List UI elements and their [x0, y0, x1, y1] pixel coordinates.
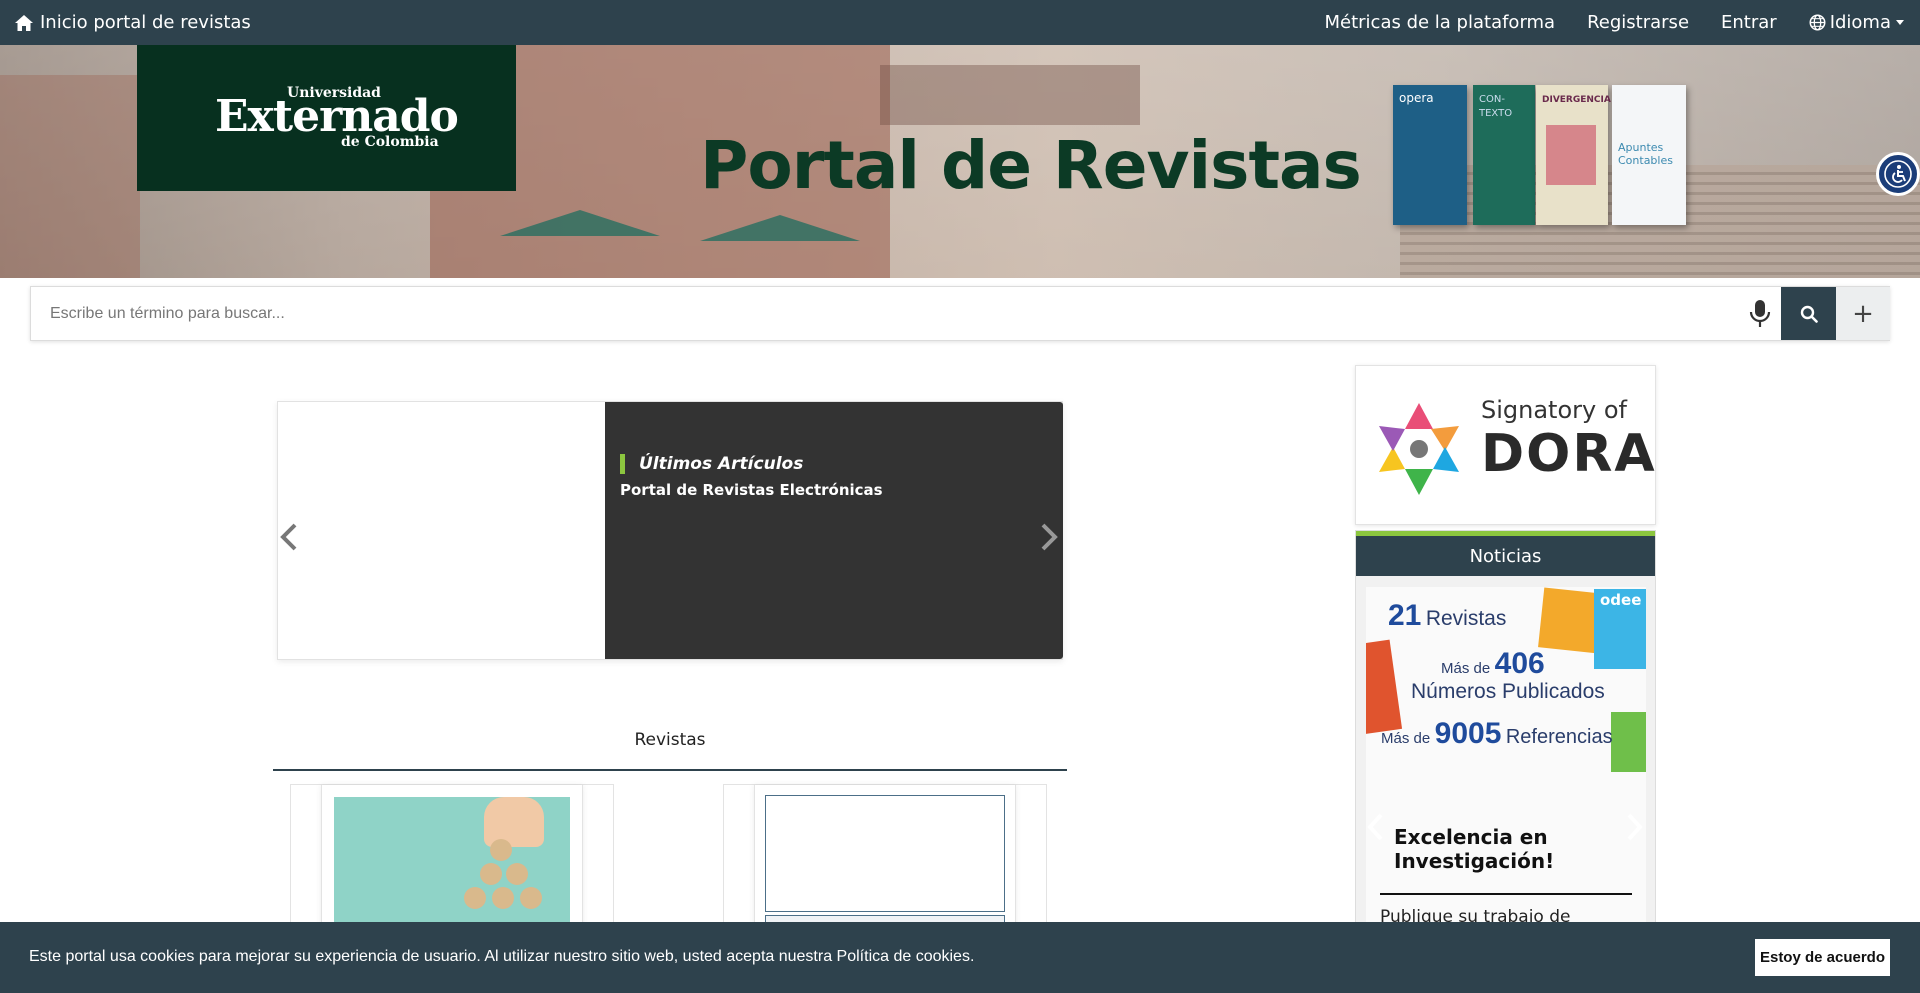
cover-token [464, 887, 486, 909]
cookie-consent-bar: Este portal usa cookies para mejorar su … [0, 922, 1920, 993]
dora-signatory-text: Signatory of [1481, 396, 1627, 424]
home-icon [15, 14, 33, 31]
background-umbrella [500, 210, 660, 236]
stat-numeros-prefix: Más de [1441, 660, 1491, 677]
advanced-search-button[interactable]: + [1836, 287, 1890, 340]
revistas-heading: Revistas [634, 730, 706, 750]
metrics-link[interactable]: Métricas de la plataforma [1324, 12, 1555, 33]
top-navbar: Inicio portal de revistas Métricas de la… [0, 0, 1920, 45]
dora-wordmark: DORA [1481, 424, 1657, 484]
search-icon [1800, 305, 1818, 323]
stat-numeros-label: Números Publicados [1411, 680, 1605, 703]
journal-book-cover: Apuntes Contables [1612, 85, 1686, 225]
cover-token [492, 887, 514, 909]
journal-book-title: Apuntes Contables [1618, 141, 1673, 167]
language-dropdown[interactable]: Idioma [1809, 12, 1904, 33]
globe-icon [1809, 14, 1826, 31]
cover-token [490, 839, 512, 861]
news-next-button[interactable] [1624, 812, 1644, 850]
journal-book-cover: DIVERGENCIA [1536, 85, 1611, 225]
home-link[interactable]: Inicio portal de revistas [14, 0, 251, 45]
stat-refs-label: Referencias [1505, 726, 1613, 748]
cover-token [480, 863, 502, 885]
register-link[interactable]: Registrarse [1587, 12, 1689, 33]
dora-badge[interactable]: Signatory of DORA [1355, 365, 1656, 525]
background-umbrella [700, 215, 860, 241]
news-divider [1380, 893, 1632, 895]
carousel-prev-button[interactable] [278, 522, 300, 560]
stat-numeros: Más de 406 [1441, 647, 1545, 681]
stat-revistas-label: Revistas [1425, 607, 1507, 630]
chevron-left-icon [1367, 813, 1383, 841]
logo-colombia-text: de Colombia [341, 134, 439, 150]
journal-book-cover: CON-TEXTO [1473, 85, 1535, 225]
decor-book: odee [1594, 589, 1646, 669]
cover-token [506, 863, 528, 885]
accessibility-icon [1884, 160, 1912, 188]
microphone-icon [1749, 300, 1771, 327]
journal-book-cover: opera [1393, 85, 1467, 225]
language-label: Idioma [1829, 12, 1891, 33]
news-heading: Noticias [1356, 536, 1655, 576]
stat-refs-prefix: Más de [1381, 730, 1431, 747]
voice-search-button[interactable] [1749, 299, 1771, 333]
book-illustration [1546, 125, 1596, 185]
chevron-right-icon [1627, 813, 1643, 841]
latest-articles-carousel: Últimos Artículos Portal de Revistas Ele… [277, 401, 1063, 660]
cover-token [520, 887, 542, 909]
stat-references: Más de 9005 Referencias [1381, 717, 1613, 751]
chevron-down-icon [1896, 20, 1904, 25]
carousel-caption-panel: Últimos Artículos Portal de Revistas Ele… [605, 402, 1063, 659]
stat-numeros-number: 406 [1494, 647, 1545, 680]
cookie-message: Este portal usa cookies para mejorar su … [29, 948, 975, 965]
chevron-left-icon [280, 523, 297, 551]
portal-title: Portal de Revistas [700, 127, 1362, 204]
journal-book-title: CON-TEXTO [1479, 94, 1513, 119]
carousel-next-button[interactable] [1038, 522, 1060, 560]
background-building-left [0, 75, 140, 278]
carousel-subtitle: Portal de Revistas Electrónicas [620, 481, 883, 499]
journal-book-title: DIVERGENCIA [1542, 95, 1611, 105]
chevron-right-icon [1041, 523, 1058, 551]
stat-revistas: 21 Revistas [1388, 599, 1506, 633]
background-roof [880, 65, 1140, 125]
stat-revistas-number: 21 [1388, 599, 1422, 632]
search-bar: + [30, 286, 1890, 341]
university-logo[interactable]: Universidad Externado de Colombia [137, 45, 516, 191]
search-input[interactable] [31, 287, 1731, 340]
decor-book [1611, 712, 1646, 772]
revistas-underline [273, 769, 1067, 771]
home-link-label: Inicio portal de revistas [40, 12, 251, 33]
cover-hand [484, 797, 544, 847]
accessibility-button[interactable] [1876, 152, 1920, 196]
search-button[interactable] [1781, 287, 1836, 340]
top-nav-links: Métricas de la plataforma Registrarse En… [1292, 0, 1904, 45]
cookie-accept-button[interactable]: Estoy de acuerdo [1755, 939, 1890, 976]
news-prev-button[interactable] [1366, 812, 1386, 850]
login-link[interactable]: Entrar [1721, 12, 1777, 33]
header-banner: Universidad Externado de Colombia Portal… [0, 45, 1920, 278]
journal-cover-image[interactable] [765, 795, 1005, 912]
news-headline: Excelencia en Investigación! [1394, 825, 1555, 873]
journal-book-title: opera [1399, 91, 1434, 105]
stat-refs-number: 9005 [1434, 717, 1502, 750]
dora-logo-icon [1379, 403, 1459, 495]
carousel-tag: Últimos Artículos [620, 454, 803, 474]
decor-book-text: odee [1600, 591, 1642, 609]
